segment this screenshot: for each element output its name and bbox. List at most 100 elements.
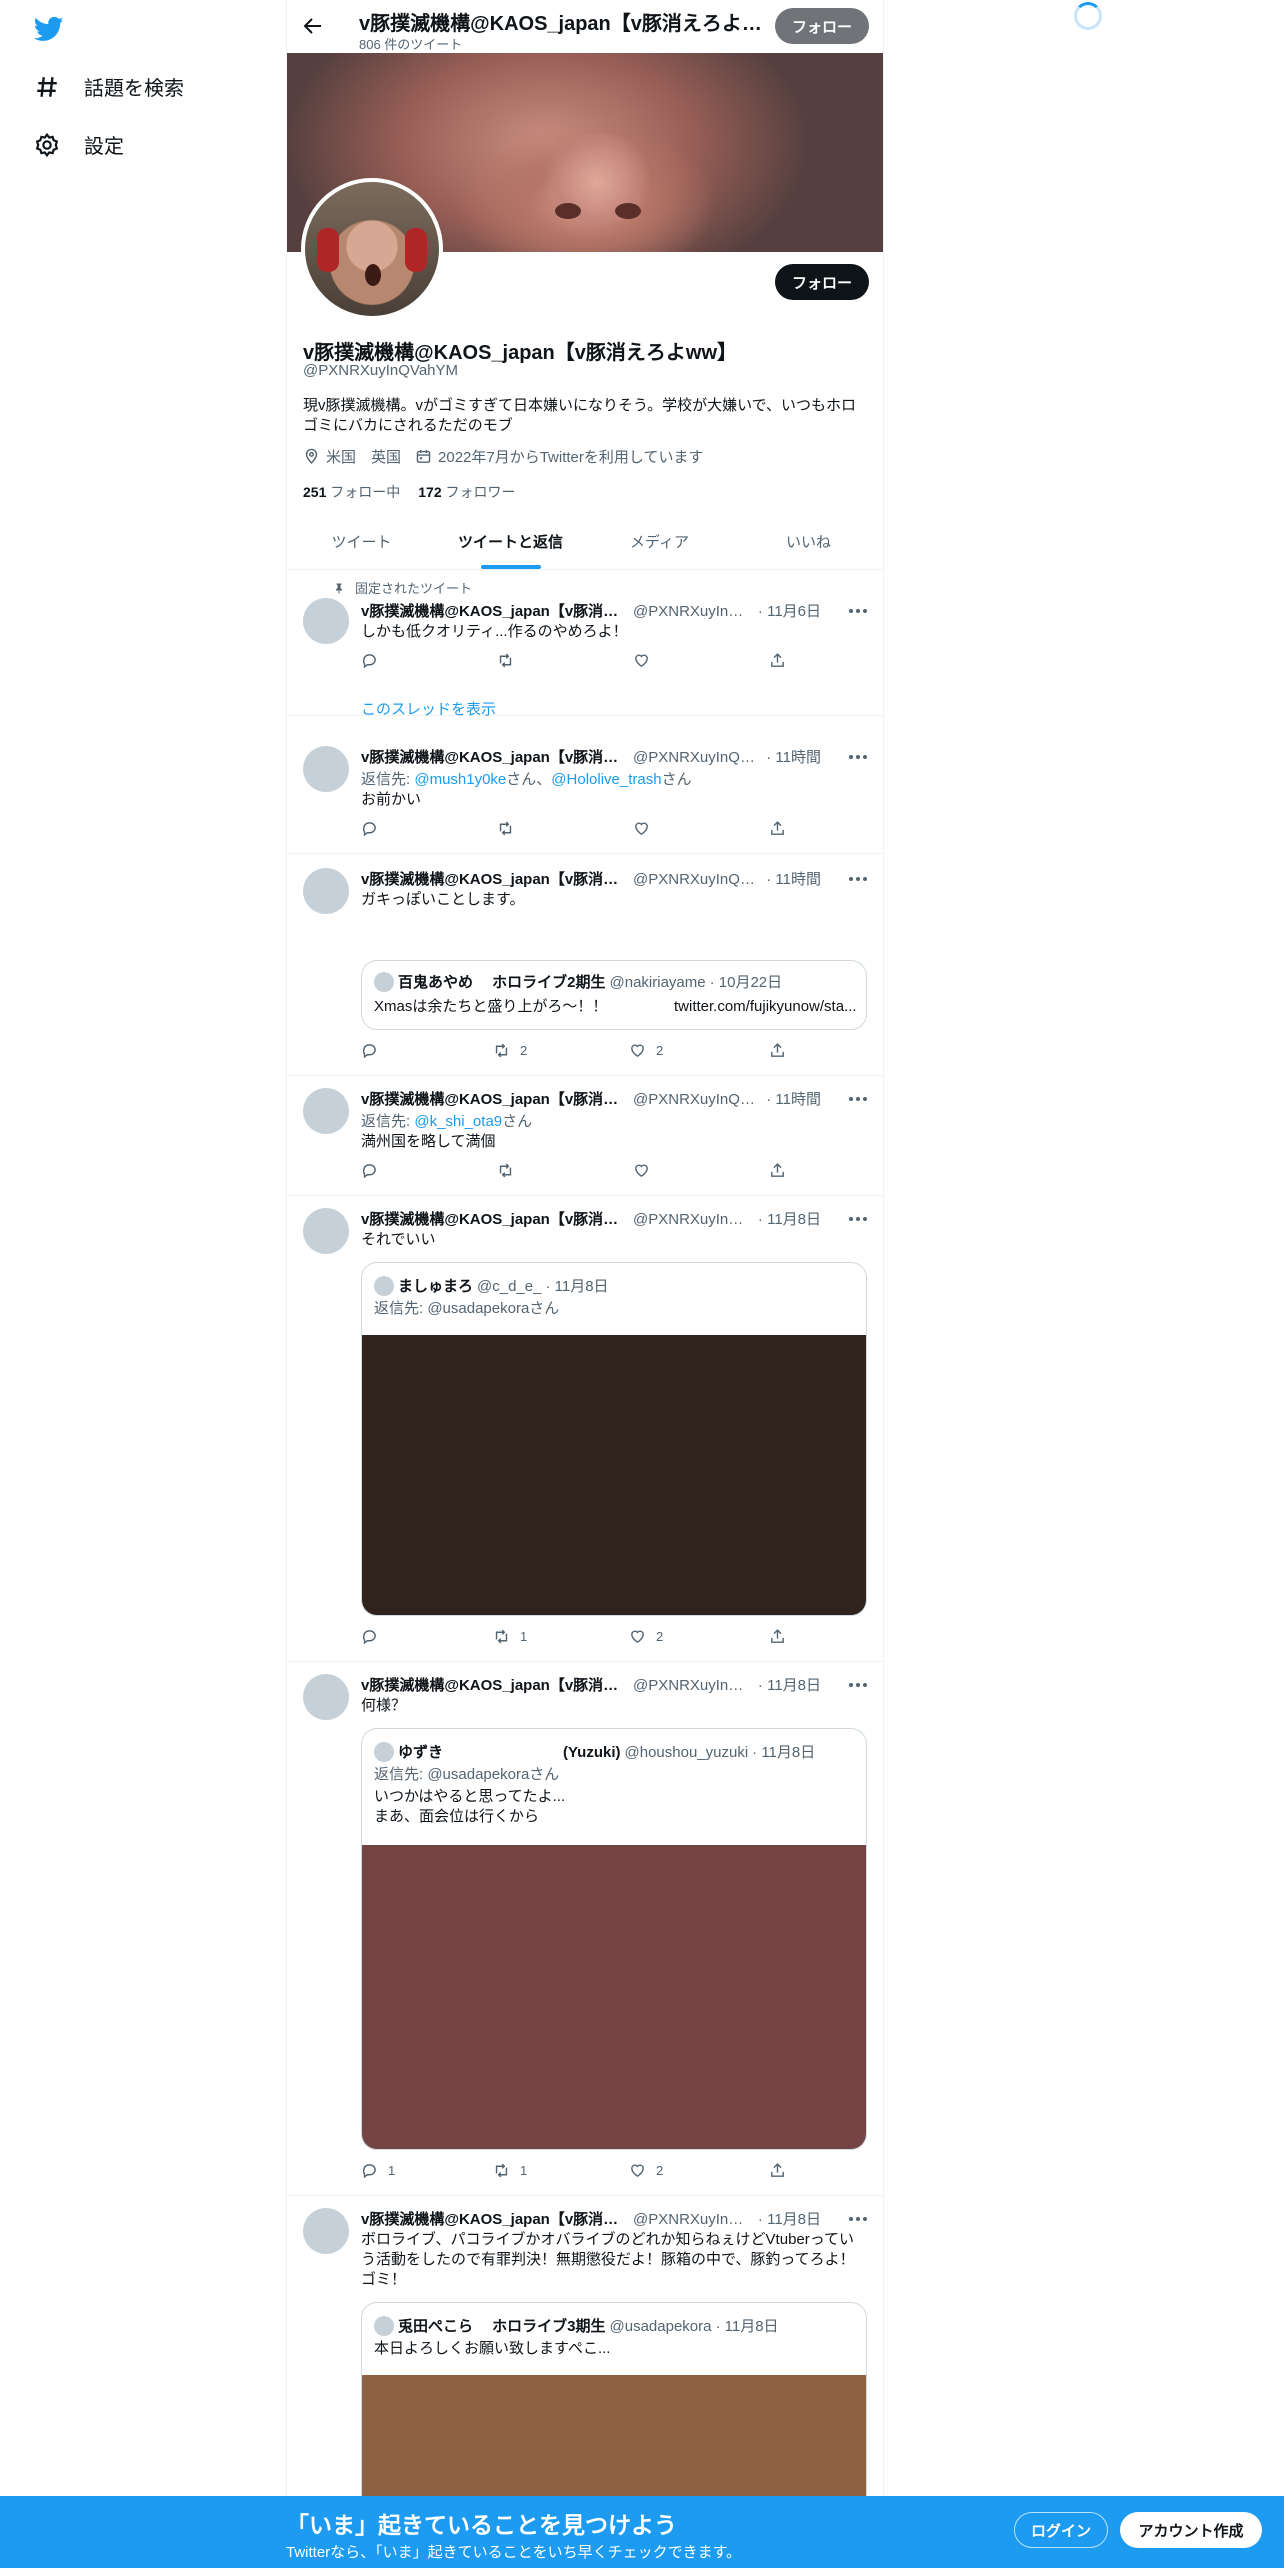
tweet-avatar[interactable] bbox=[303, 746, 349, 792]
retweet-button[interactable]: 1 bbox=[493, 1628, 527, 1645]
create-account-button[interactable]: アカウント作成 bbox=[1120, 2512, 1262, 2548]
share-button[interactable] bbox=[769, 1628, 786, 1645]
tweet-time[interactable]: · 11時間 bbox=[766, 1088, 821, 1109]
tweet-avatar[interactable] bbox=[303, 2208, 349, 2254]
tweet-author-handle[interactable]: @PXNRXuyInQ... bbox=[633, 603, 752, 620]
like-button[interactable]: 2 bbox=[629, 2162, 663, 2179]
share-button[interactable] bbox=[769, 1162, 786, 1179]
quote-text: 本日よろしくお願い致しますぺこ... bbox=[374, 2340, 611, 2357]
quote-media-image[interactable] bbox=[362, 1845, 866, 2149]
share-button[interactable] bbox=[769, 1042, 786, 1059]
like-button[interactable]: 2 bbox=[629, 1042, 663, 1059]
quoted-tweet[interactable]: ゆずき (Yuzuki) @houshou_yuzuki · 11月8日 返信先… bbox=[361, 1728, 867, 2150]
quote-media-image[interactable] bbox=[362, 1335, 866, 1615]
tweet-author-name[interactable]: v豚撲滅機構@KAOS_japan【v豚消え... bbox=[361, 2208, 627, 2229]
tweet-avatar[interactable] bbox=[303, 598, 349, 644]
banner-image-detail bbox=[555, 203, 581, 219]
like-button[interactable] bbox=[633, 652, 660, 669]
retweet-button[interactable]: 1 bbox=[493, 2162, 527, 2179]
more-icon[interactable] bbox=[847, 606, 869, 616]
quote-reply-to: 返信先: @usadapekoraさん bbox=[374, 1300, 560, 1317]
tweet-avatar[interactable] bbox=[303, 1674, 349, 1720]
reply-user-link[interactable]: @Hololive_trash bbox=[551, 771, 661, 788]
tweet-author-handle[interactable]: @PXNRXuyInQ... bbox=[633, 1677, 752, 1694]
retweet-button[interactable]: 2 bbox=[493, 1042, 527, 1059]
reply-button[interactable] bbox=[361, 1162, 388, 1179]
quoted-tweet[interactable]: ましゅまろ @c_d_e_ · 11月8日 返信先: @usadapekoraさ… bbox=[361, 1262, 867, 1616]
tweet-avatar[interactable] bbox=[303, 1088, 349, 1134]
tweet-author-handle[interactable]: @PXNRXuyInQV... bbox=[633, 749, 760, 766]
retweet-button[interactable] bbox=[497, 1162, 524, 1179]
tweet-author-name[interactable]: v豚撲滅機構@KAOS_japan【v豚消え... bbox=[361, 1674, 627, 1695]
following-link[interactable]: 251 フォロー中 bbox=[303, 482, 400, 502]
retweet-icon bbox=[499, 821, 512, 836]
tweet-time[interactable]: · 11月8日 bbox=[758, 2208, 821, 2229]
quote-author-name: ましゅまろ bbox=[398, 1278, 474, 1295]
tweet-avatar[interactable] bbox=[303, 868, 349, 914]
reply-button[interactable] bbox=[361, 1628, 388, 1645]
more-icon[interactable] bbox=[847, 1680, 869, 1690]
more-icon[interactable] bbox=[847, 2214, 869, 2224]
share-button[interactable] bbox=[769, 652, 786, 669]
tweet[interactable]: v豚撲滅機構@KAOS_japan【v豚消え... @PXNRXuyInQV..… bbox=[287, 716, 883, 854]
reply-user-link[interactable]: @k_shi_ota9 bbox=[414, 1113, 502, 1130]
reply-separator: さん、 bbox=[506, 771, 552, 788]
header-follow-button[interactable]: フォロー bbox=[775, 8, 869, 44]
tweet[interactable]: 固定されたツイート v豚撲滅機構@KAOS_japan【v豚消え... @PXN… bbox=[287, 570, 883, 718]
tweet-author-name[interactable]: v豚撲滅機構@KAOS_japan【v豚消え... bbox=[361, 746, 627, 767]
tweet[interactable]: v豚撲滅機構@KAOS_japan【v豚消え... @PXNRXuyInQ...… bbox=[287, 1196, 883, 1662]
tweet-time[interactable]: · 11時間 bbox=[766, 868, 821, 889]
tweet-author-name[interactable]: v豚撲滅機構@KAOS_japan【v豚消え... bbox=[361, 868, 627, 889]
quoted-tweet[interactable]: 百鬼あやめ ホロライブ2期生 @nakiriayame · 10月22日 Xma… bbox=[361, 960, 867, 1030]
like-button[interactable]: 2 bbox=[629, 1628, 663, 1645]
reply-button[interactable]: 1 bbox=[361, 2162, 395, 2179]
retweet-icon bbox=[495, 1629, 508, 1644]
tweet-author-name[interactable]: v豚撲滅機構@KAOS_japan【v豚消え... bbox=[361, 600, 627, 621]
sidebar-item-settings[interactable]: 設定 bbox=[34, 130, 124, 159]
more-icon[interactable] bbox=[847, 1094, 869, 1104]
tab-tweets[interactable]: ツイート bbox=[287, 516, 436, 569]
reply-button[interactable] bbox=[361, 820, 388, 837]
more-icon[interactable] bbox=[847, 874, 869, 884]
sidebar-item-explore[interactable]: 話題を検索 bbox=[34, 72, 184, 101]
login-button[interactable]: ログイン bbox=[1014, 2512, 1108, 2548]
reply-button[interactable] bbox=[361, 1042, 388, 1059]
follow-button[interactable]: フォロー bbox=[775, 264, 869, 300]
like-button[interactable] bbox=[633, 1162, 660, 1179]
reply-user-link[interactable]: @mush1y0ke bbox=[414, 771, 506, 788]
tweet-time[interactable]: · 11月8日 bbox=[758, 1674, 821, 1695]
quote-author-name: ゆずき (Yuzuki) bbox=[398, 1744, 621, 1761]
tweet-author-handle[interactable]: @PXNRXuyInQV... bbox=[633, 871, 760, 888]
tweet-author-handle[interactable]: @PXNRXuyInQV... bbox=[633, 1091, 760, 1108]
tweet-header: v豚撲滅機構@KAOS_japan【v豚消え... @PXNRXuyInQ...… bbox=[361, 600, 821, 621]
tweet[interactable]: v豚撲滅機構@KAOS_japan【v豚消え... @PXNRXuyInQV..… bbox=[287, 1076, 883, 1196]
back-arrow-icon[interactable] bbox=[301, 14, 325, 38]
tweet[interactable]: v豚撲滅機構@KAOS_japan【v豚消え... @PXNRXuyInQV..… bbox=[287, 854, 883, 1076]
quote-avatar bbox=[374, 1741, 394, 1762]
tweet-time[interactable]: · 11月8日 bbox=[758, 1208, 821, 1229]
like-button[interactable] bbox=[633, 820, 660, 837]
tweet[interactable]: v豚撲滅機構@KAOS_japan【v豚消え... @PXNRXuyInQ...… bbox=[287, 1662, 883, 2196]
share-button[interactable] bbox=[769, 820, 786, 837]
signup-subtitle: Twitterなら、「いま」起きていることをいち早くチェックできます。 bbox=[286, 2544, 742, 2561]
reply-button[interactable] bbox=[361, 652, 388, 669]
tweet-author-name[interactable]: v豚撲滅機構@KAOS_japan【v豚消え... bbox=[361, 1088, 627, 1109]
profile-avatar[interactable] bbox=[301, 178, 443, 320]
tweet-time[interactable]: · 11月6日 bbox=[758, 600, 821, 621]
more-icon[interactable] bbox=[847, 752, 869, 762]
retweet-button[interactable] bbox=[497, 652, 524, 669]
more-icon[interactable] bbox=[847, 1214, 869, 1224]
tab-likes[interactable]: いいね bbox=[734, 516, 883, 569]
tweet-author-handle[interactable]: @PXNRXuyInQ... bbox=[633, 1211, 752, 1228]
tab-media[interactable]: メディア bbox=[585, 516, 734, 569]
tweet-avatar[interactable] bbox=[303, 1208, 349, 1254]
tab-tweets-and-replies[interactable]: ツイートと返信 bbox=[436, 516, 585, 569]
quote-link[interactable]: twitter.com/fujikyunow/sta... bbox=[674, 997, 866, 1017]
tweet-author-name[interactable]: v豚撲滅機構@KAOS_japan【v豚消え... bbox=[361, 1208, 627, 1229]
followers-link[interactable]: 172 フォロワー bbox=[418, 482, 515, 502]
tweet-time[interactable]: · 11時間 bbox=[766, 746, 821, 767]
twitter-logo-icon[interactable] bbox=[32, 14, 66, 44]
share-button[interactable] bbox=[769, 2162, 786, 2179]
tweet-author-handle[interactable]: @PXNRXuyInQ... bbox=[633, 2211, 752, 2228]
retweet-button[interactable] bbox=[497, 820, 524, 837]
